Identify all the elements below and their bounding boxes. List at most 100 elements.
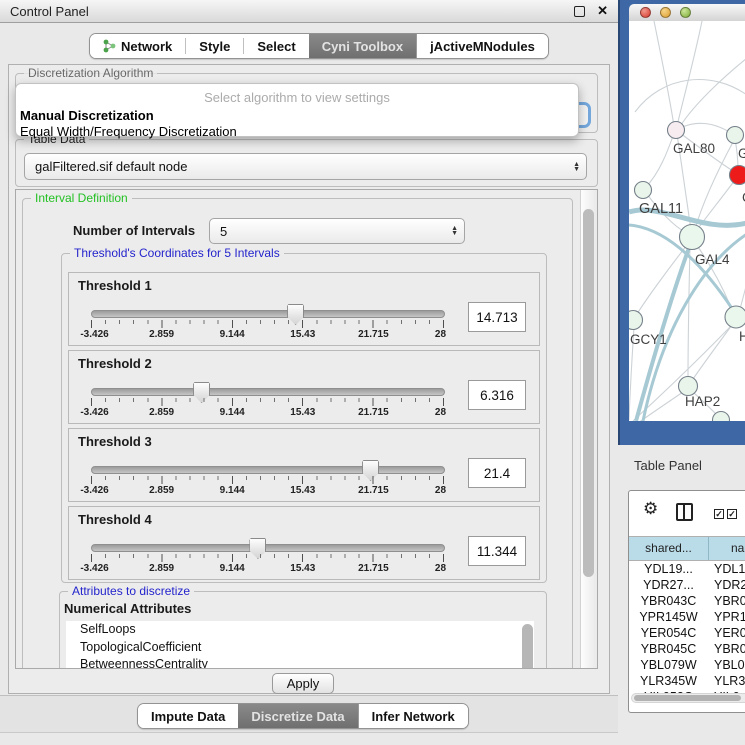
node-label: GAL80 [673,141,715,156]
node-gcy1[interactable] [629,311,643,330]
table-panel-title: Table Panel [634,458,702,473]
combo-spinner-icon: ▲▼ [573,162,580,172]
tab-jactivemnodules[interactable]: jActiveMNodules [416,34,548,58]
apply-button[interactable]: Apply [272,673,334,694]
number-of-intervals-value: 5 [220,224,227,239]
settings-scrollbar-thumb[interactable] [583,209,594,577]
table-horizontal-scrollbar[interactable] [631,693,745,703]
table-data-group: Table Data galFiltered.sif default node … [15,139,598,187]
threshold-3-label: Threshold 3 [78,434,152,449]
top-tab-group: Network Style Select Cyni Toolbox jActiv… [89,33,549,59]
cyni-toolbox-content: Discretization Algorithm Select algorith… [8,64,610,694]
interval-definition-label: Interval Definition [31,191,132,205]
bottom-tab-group: Impute Data Discretize Data Infer Networ… [137,703,469,729]
table-row[interactable]: YLR345WYLR3 [629,673,745,689]
checkbox-icon[interactable]: ✓ [727,509,737,519]
minimize-traffic-light-icon[interactable] [660,7,671,18]
gear-icon[interactable]: ⚙ [643,500,658,517]
tab-impute-data-label: Impute Data [151,709,225,724]
dropdown-option-equal-width[interactable]: Equal Width/Frequency Discretization [20,124,578,139]
node-label: GAL11 [639,201,683,217]
zoom-traffic-light-icon[interactable] [680,7,691,18]
number-of-intervals-combobox[interactable]: 5 ▲▼ [209,218,465,244]
threshold-2-value-field[interactable] [468,380,526,410]
node-gal11[interactable] [635,182,652,199]
slider-ticks [91,398,444,406]
threshold-3-slider[interactable] [91,466,445,474]
dropdown-option-manual[interactable]: Manual Discretization [20,108,578,123]
thresholds-group-label: Threshold's Coordinates for 5 Intervals [70,246,284,260]
list-item[interactable]: TopologicalCoefficient [66,639,534,657]
tab-style[interactable]: Style [186,34,243,58]
node-hap2[interactable] [679,377,698,396]
tab-discretize-data-label: Discretize Data [251,709,344,724]
settings-scrollbar[interactable] [580,190,597,668]
numerical-attributes-list[interactable]: SelfLoops TopologicalCoefficient Between… [66,621,534,669]
node-h[interactable] [725,306,745,328]
node-ga[interactable] [727,127,744,144]
tab-style-label: Style [199,39,230,54]
table-horizontal-scrollbar-thumb[interactable] [634,695,741,701]
numerical-attributes-label: Numerical Attributes [64,601,191,616]
float-window-icon[interactable] [574,6,585,17]
column-header-name[interactable]: na [709,537,745,560]
threshold-3-box: Threshold 3 -3.4262.8599.14415.4321.7152… [68,428,540,502]
algorithm-dropdown-popup: Select algorithm to view settings Manual… [15,83,579,137]
list-scrollbar-thumb[interactable] [522,624,533,669]
table-row[interactable]: YPR145WYPR1 [629,609,745,625]
tab-impute-data[interactable]: Impute Data [138,704,238,728]
node-label: GCY1 [630,332,667,347]
threshold-1-label: Threshold 1 [78,278,152,293]
discretization-algorithm-label: Discretization Algorithm [24,66,157,80]
node-label: GAL4 [695,252,730,267]
slider-ticks [91,476,444,484]
panel-title: Control Panel [10,4,89,19]
tab-cyni-toolbox[interactable]: Cyni Toolbox [309,34,416,58]
tab-discretize-data[interactable]: Discretize Data [238,704,357,728]
slider-scale-labels: -3.4262.8599.14415.4321.71528 [91,407,444,419]
list-item[interactable]: BetweennessCentrality [66,656,534,669]
node-label: GA [738,146,745,161]
slider-ticks [91,320,444,328]
column-header-shared[interactable]: shared... [629,537,709,560]
table-row[interactable]: YBR043CYBR0 [629,593,745,609]
network-nodes [629,122,745,422]
table-row[interactable]: YDL19...YDL1 [629,561,745,577]
node-gal80[interactable] [668,122,685,139]
table-row[interactable]: YBL079WYBL0 [629,657,745,673]
checkbox-icon[interactable]: ✓ [714,509,724,519]
threshold-2-box: Threshold 2 -3.4262.8599.14415.4321.7152… [68,350,540,424]
threshold-4-slider[interactable] [91,544,445,552]
threshold-3-value-field[interactable] [468,458,526,488]
threshold-4-value-field[interactable] [468,536,526,566]
threshold-1-slider[interactable] [91,310,445,318]
attributes-group: Attributes to discretize Numerical Attri… [59,591,547,669]
threshold-1-value-field[interactable] [468,302,526,332]
columns-icon[interactable] [676,503,693,521]
combo-spinner-icon: ▲▼ [451,226,458,236]
tab-cyni-toolbox-label: Cyni Toolbox [322,39,403,54]
tab-select[interactable]: Select [244,34,308,58]
tab-jactivemnodules-label: jActiveMNodules [430,39,535,54]
slider-ticks [91,554,444,562]
node-gal4[interactable] [680,225,705,250]
node-red-selected[interactable] [730,166,745,185]
thresholds-group: Threshold's Coordinates for 5 Intervals … [61,253,547,583]
tab-network[interactable]: Network [90,34,185,58]
dropdown-placeholder-option[interactable]: Select algorithm to view settings [16,90,578,105]
network-canvas[interactable]: GAL80 GA C GAL11 GAL4 GCY1 H HAP2 [629,21,745,421]
threshold-2-slider[interactable] [91,388,445,396]
close-icon[interactable]: ✕ [597,3,608,19]
list-item[interactable]: SelfLoops [66,621,534,639]
network-view-window: GAL80 GA C GAL11 GAL4 GCY1 H HAP2 [618,0,745,445]
network-icon [103,39,116,53]
number-of-intervals-label: Number of Intervals [73,223,195,238]
table-row[interactable]: YBR045CYBR0 [629,641,745,657]
close-traffic-light-icon[interactable] [640,7,651,18]
tab-infer-network[interactable]: Infer Network [358,704,468,728]
table-data-combobox[interactable]: galFiltered.sif default node ▲▼ [24,153,587,180]
table-row[interactable]: YDR27...YDR2 [629,577,745,593]
table-row[interactable]: YER054CYER0 [629,625,745,641]
slider-scale-labels: -3.4262.8599.14415.4321.71528 [91,485,444,497]
threshold-1-box: Threshold 1 -3.4262.8599.14415.4321.7152… [68,272,540,346]
